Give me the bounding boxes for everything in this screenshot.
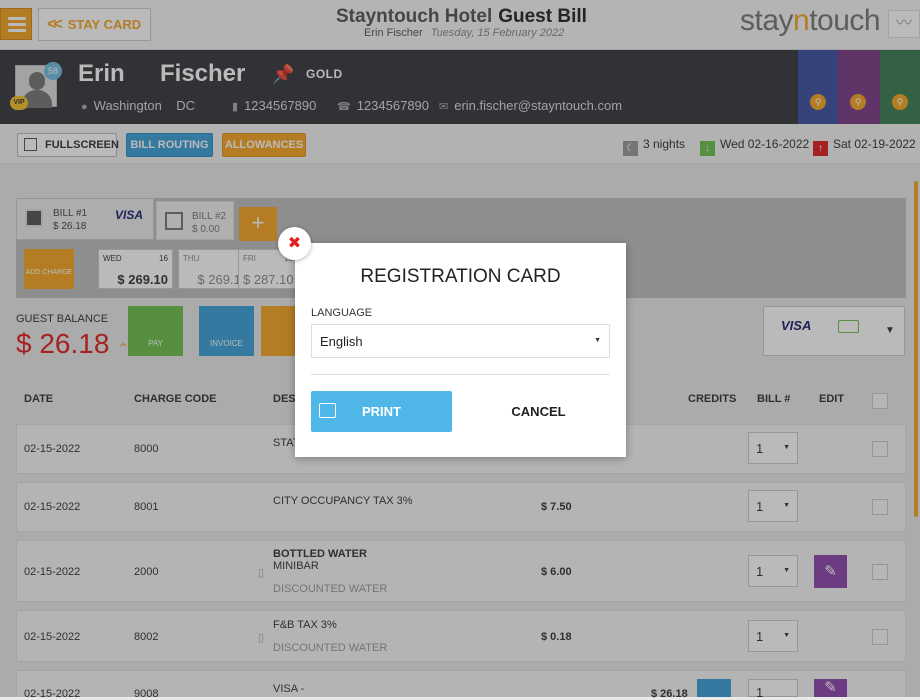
language-label: LANGUAGE xyxy=(311,307,373,319)
close-icon[interactable]: ✖ xyxy=(278,227,311,260)
cancel-button[interactable]: CANCEL xyxy=(468,391,609,432)
dialog-title: REGISTRATION CARD xyxy=(360,266,561,287)
caret-down-icon: ▼ xyxy=(594,337,601,344)
divider xyxy=(311,374,610,375)
printer-icon xyxy=(319,403,336,418)
print-button[interactable]: PRINT xyxy=(311,391,452,432)
language-select[interactable]: English ▼ xyxy=(311,324,610,358)
